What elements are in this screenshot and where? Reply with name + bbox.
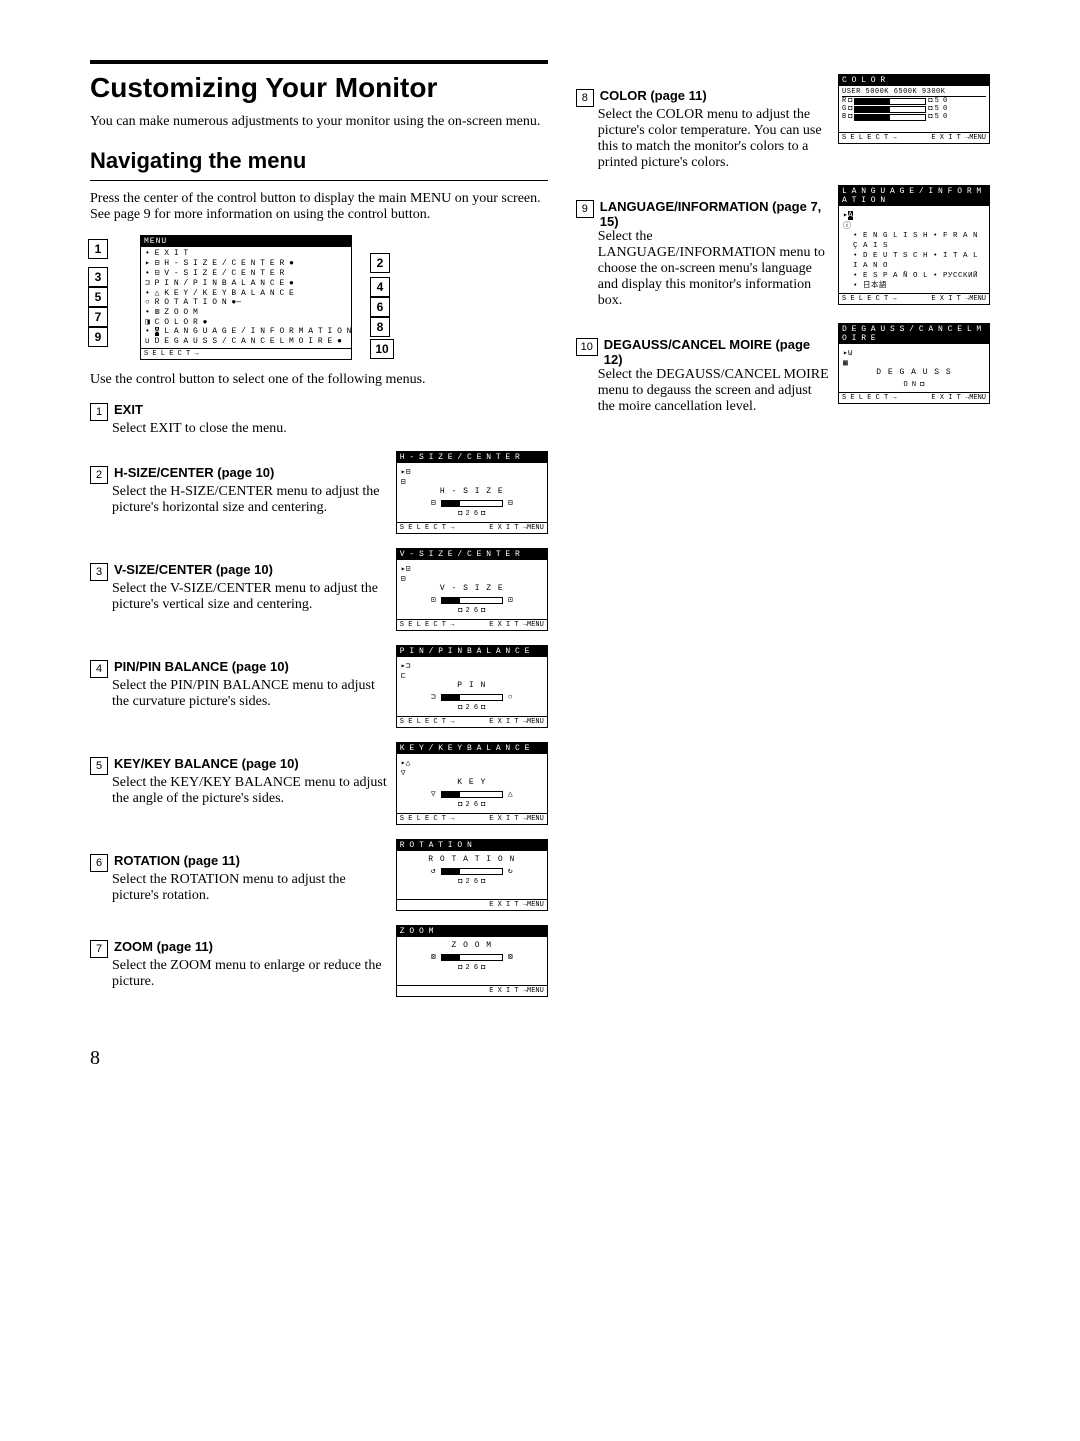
after-menu-text: Use the control button to select one of … [90,372,548,388]
menu-item-color: 8COLOR (page 11) Select the COLOR menu t… [576,74,990,171]
menu-item-zoom: 7ZOOM (page 11) Select the ZOOM menu to … [90,925,548,997]
main-menu-diagram: 1 3 5 7 9 2 4 6 8 10 MENU • E X I T ▸ ⊟ … [90,235,430,360]
main-menu-osd: MENU • E X I T ▸ ⊟ H - S I Z E / C E N T… [140,235,352,360]
callout-3: 3 [88,267,108,287]
callout-2: 2 [370,253,390,273]
callout-4: 4 [370,277,390,297]
callout-5: 5 [88,287,108,307]
osd-hsize: H - S I Z E / C E N T E R ▸⊟⊟ H - S I Z … [396,451,548,534]
nav-intro: Press the center of the control button t… [90,191,548,223]
menu-item-language: 9LANGUAGE/INFORMATION (page 7, 15) Selec… [576,185,990,309]
callout-9: 9 [88,327,108,347]
section-heading: Navigating the menu [90,148,548,174]
menu-item-vsize: 3V-SIZE/CENTER (page 10) Select the V-SI… [90,548,548,631]
page-title: Customizing Your Monitor [90,72,548,104]
callout-1: 1 [88,239,108,259]
osd-color: C O L O R USER 5000K 6500K 9300K R ◘ ◘ 5… [838,74,990,144]
menu-item-exit: 1 EXIT [90,402,548,421]
osd-title: MENU [141,236,351,247]
menu-item-hsize: 2H-SIZE/CENTER (page 10) Select the H-SI… [90,451,548,534]
osd-degauss: D E G A U S S / C A N C E L M O I R E ▸⊍… [838,323,990,404]
menu-item-degauss: 10DEGAUSS/CANCEL MOIRE (page 12) Select … [576,323,990,415]
osd-vsize: V - S I Z E / C E N T E R ▸⊡⊟ V - S I Z … [396,548,548,631]
osd-rotation: R O T A T I O N R O T A T I O N ↺↻ ◘2 6◘… [396,839,548,911]
osd-key: K E Y / K E Y B A L A N C E ▸△▽ K E Y ▽△… [396,742,548,825]
menu-item-pin: 4PIN/PIN BALANCE (page 10) Select the PI… [90,645,548,728]
callout-10: 10 [370,339,394,359]
osd-zoom: Z O O M Z O O M ⊠⊠ ◘2 6◘ E X I T →MENU [396,925,548,997]
menu-item-key: 5KEY/KEY BALANCE (page 10) Select the KE… [90,742,548,825]
page-number: 8 [90,1047,990,1070]
osd-pin: P I N / P I N B A L A N C E ▸⊐⊏ P I N ⊐○… [396,645,548,728]
callout-8: 8 [370,317,390,337]
menu-item-rotation: 6ROTATION (page 11) Select the ROTATION … [90,839,548,911]
callout-7: 7 [88,307,108,327]
intro-text: You can make numerous adjustments to you… [90,114,548,130]
osd-language: L A N G U A G E / I N F O R M A T I O N … [838,185,990,305]
callout-6: 6 [370,297,390,317]
